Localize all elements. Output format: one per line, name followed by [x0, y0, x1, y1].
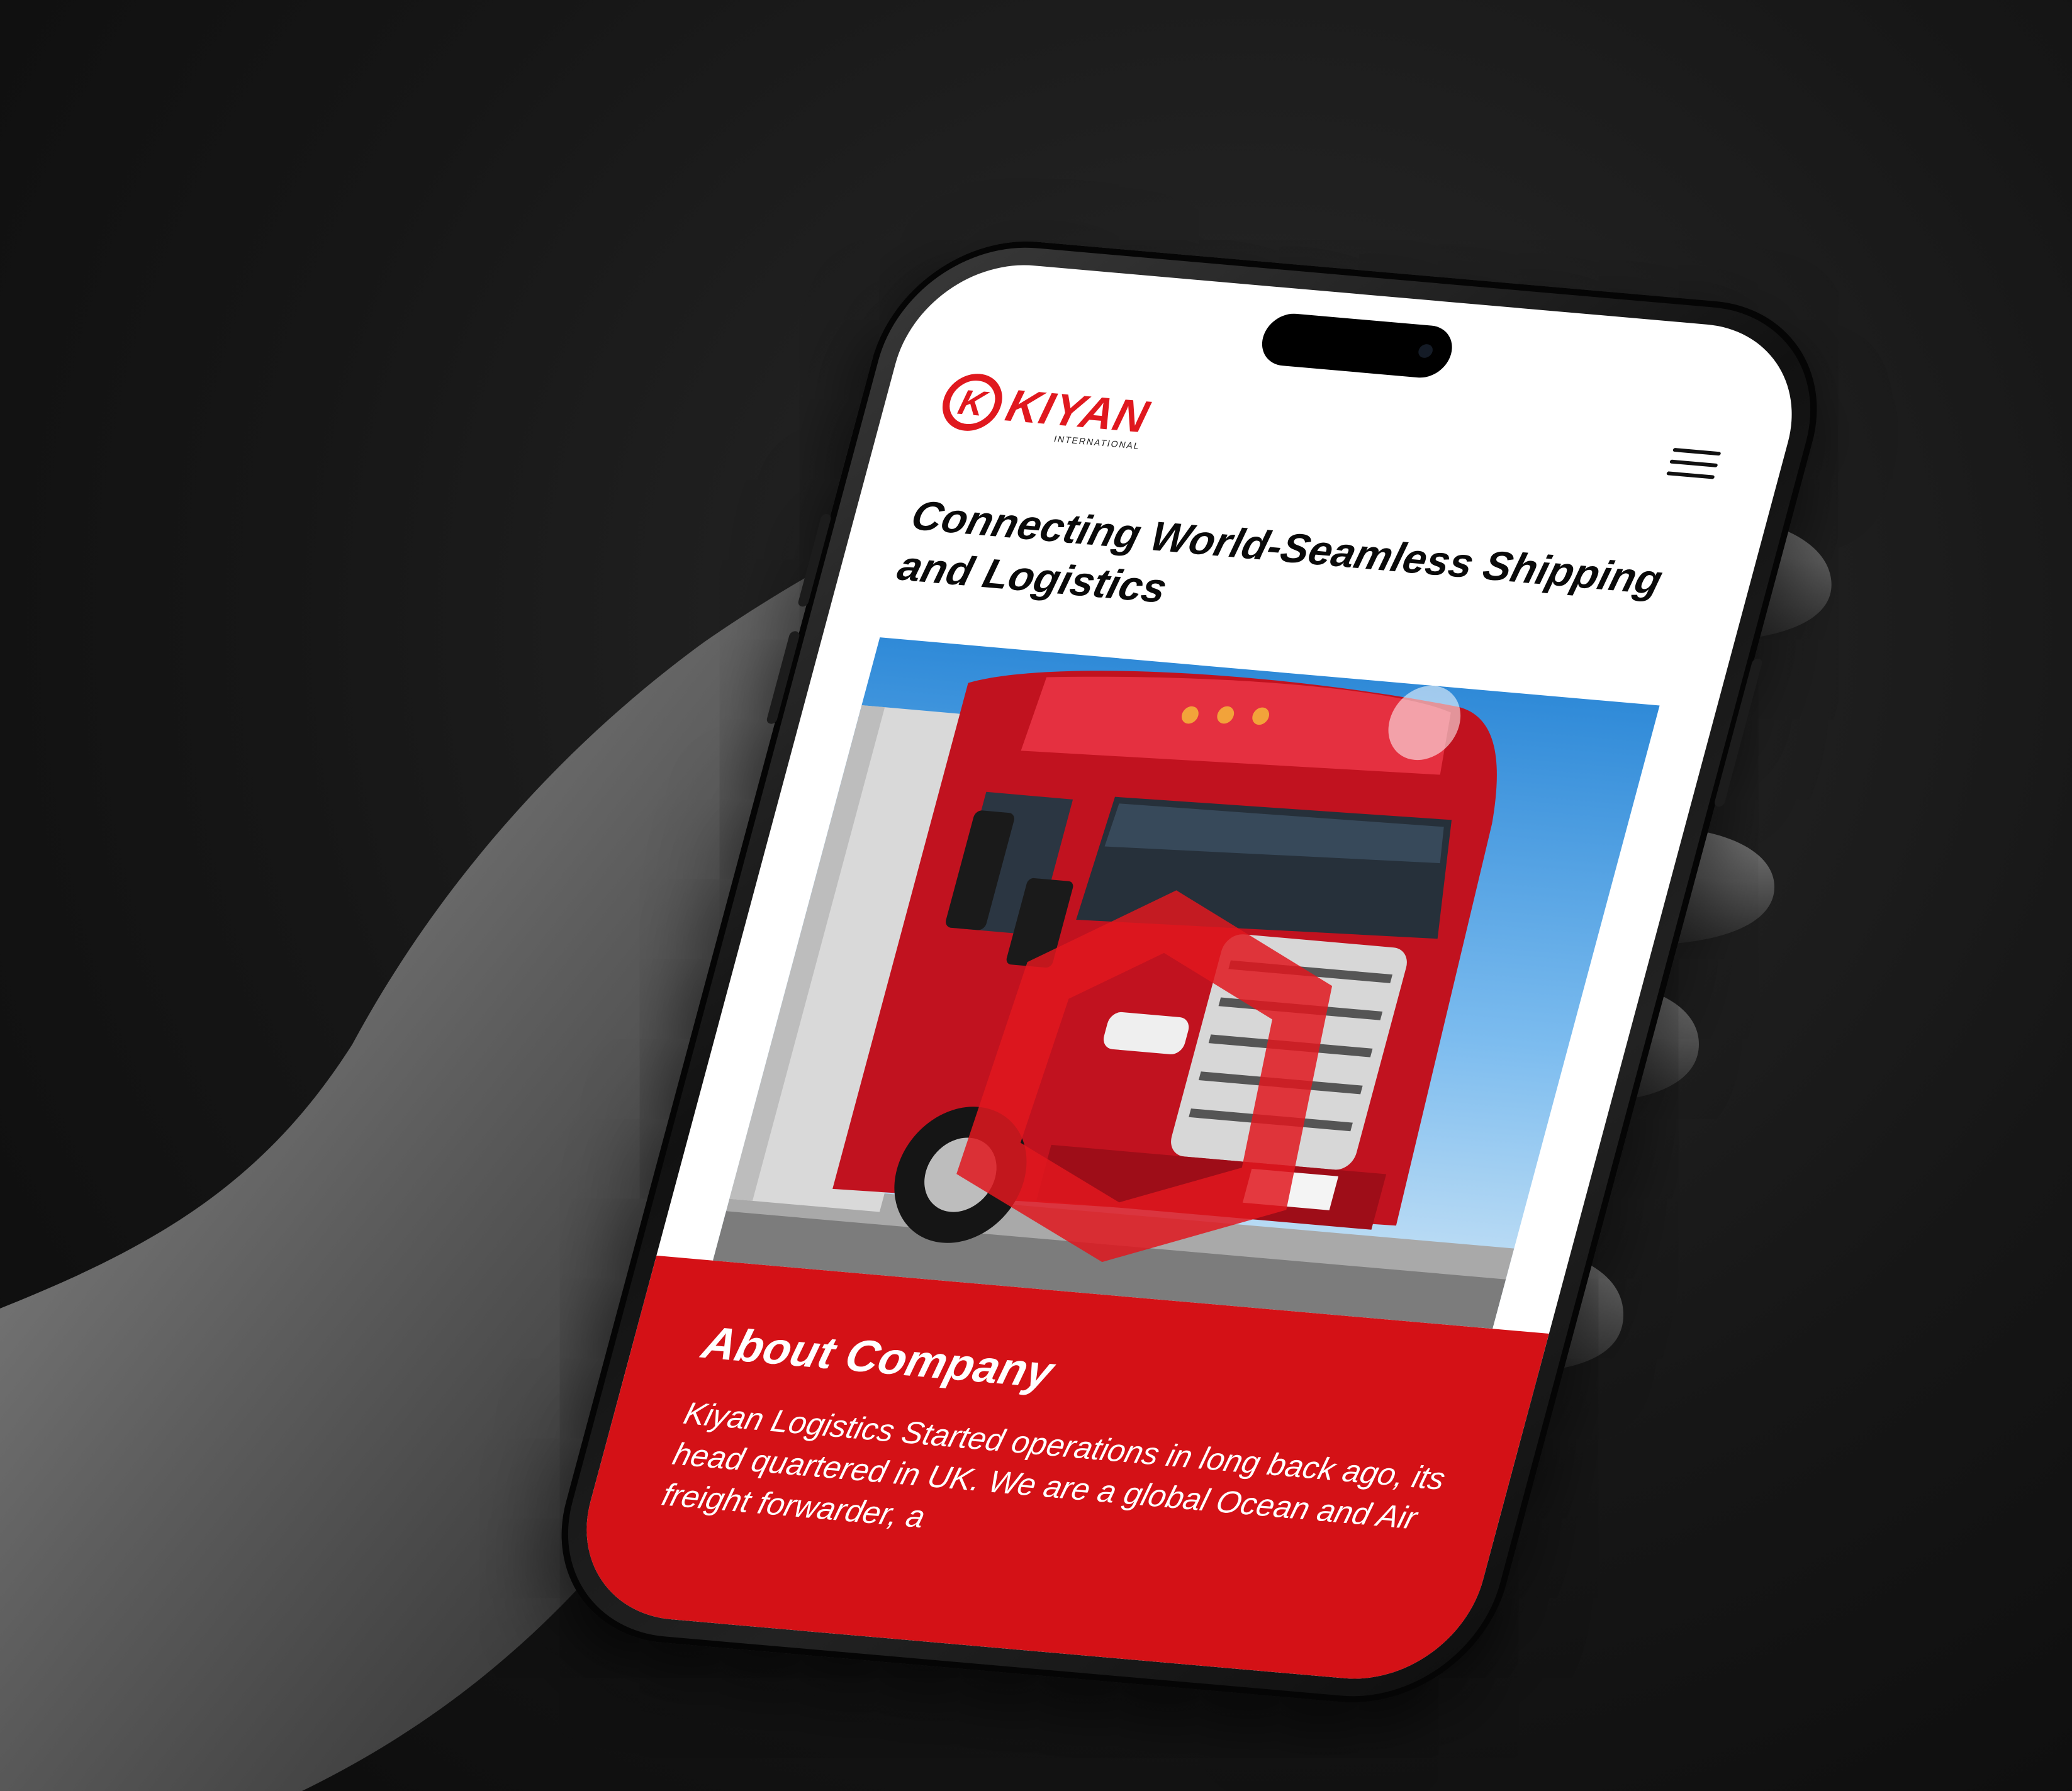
logo-wordmark: KIYAN INTERNATIONAL [1000, 381, 1155, 451]
mockup-scene: K KIYAN INTERNATIONAL Connecting World-S… [0, 0, 2072, 1791]
dynamic-island [1256, 311, 1459, 380]
logo-name: KIYAN [1000, 381, 1155, 443]
red-truck-image [712, 671, 1515, 1329]
hero-truck-image [712, 637, 1660, 1329]
logo-k-icon: K [936, 371, 1009, 433]
menu-line [1666, 471, 1715, 479]
hero-title: Connecting World-Seamless Shipping and L… [893, 491, 1668, 611]
hamburger-menu-icon[interactable] [1664, 447, 1722, 489]
site-header: K KIYAN INTERNATIONAL [931, 360, 1734, 515]
menu-line [1672, 447, 1722, 456]
brand-logo[interactable]: K KIYAN INTERNATIONAL [934, 366, 1156, 452]
camera-icon [1416, 343, 1435, 359]
menu-line [1669, 459, 1718, 468]
